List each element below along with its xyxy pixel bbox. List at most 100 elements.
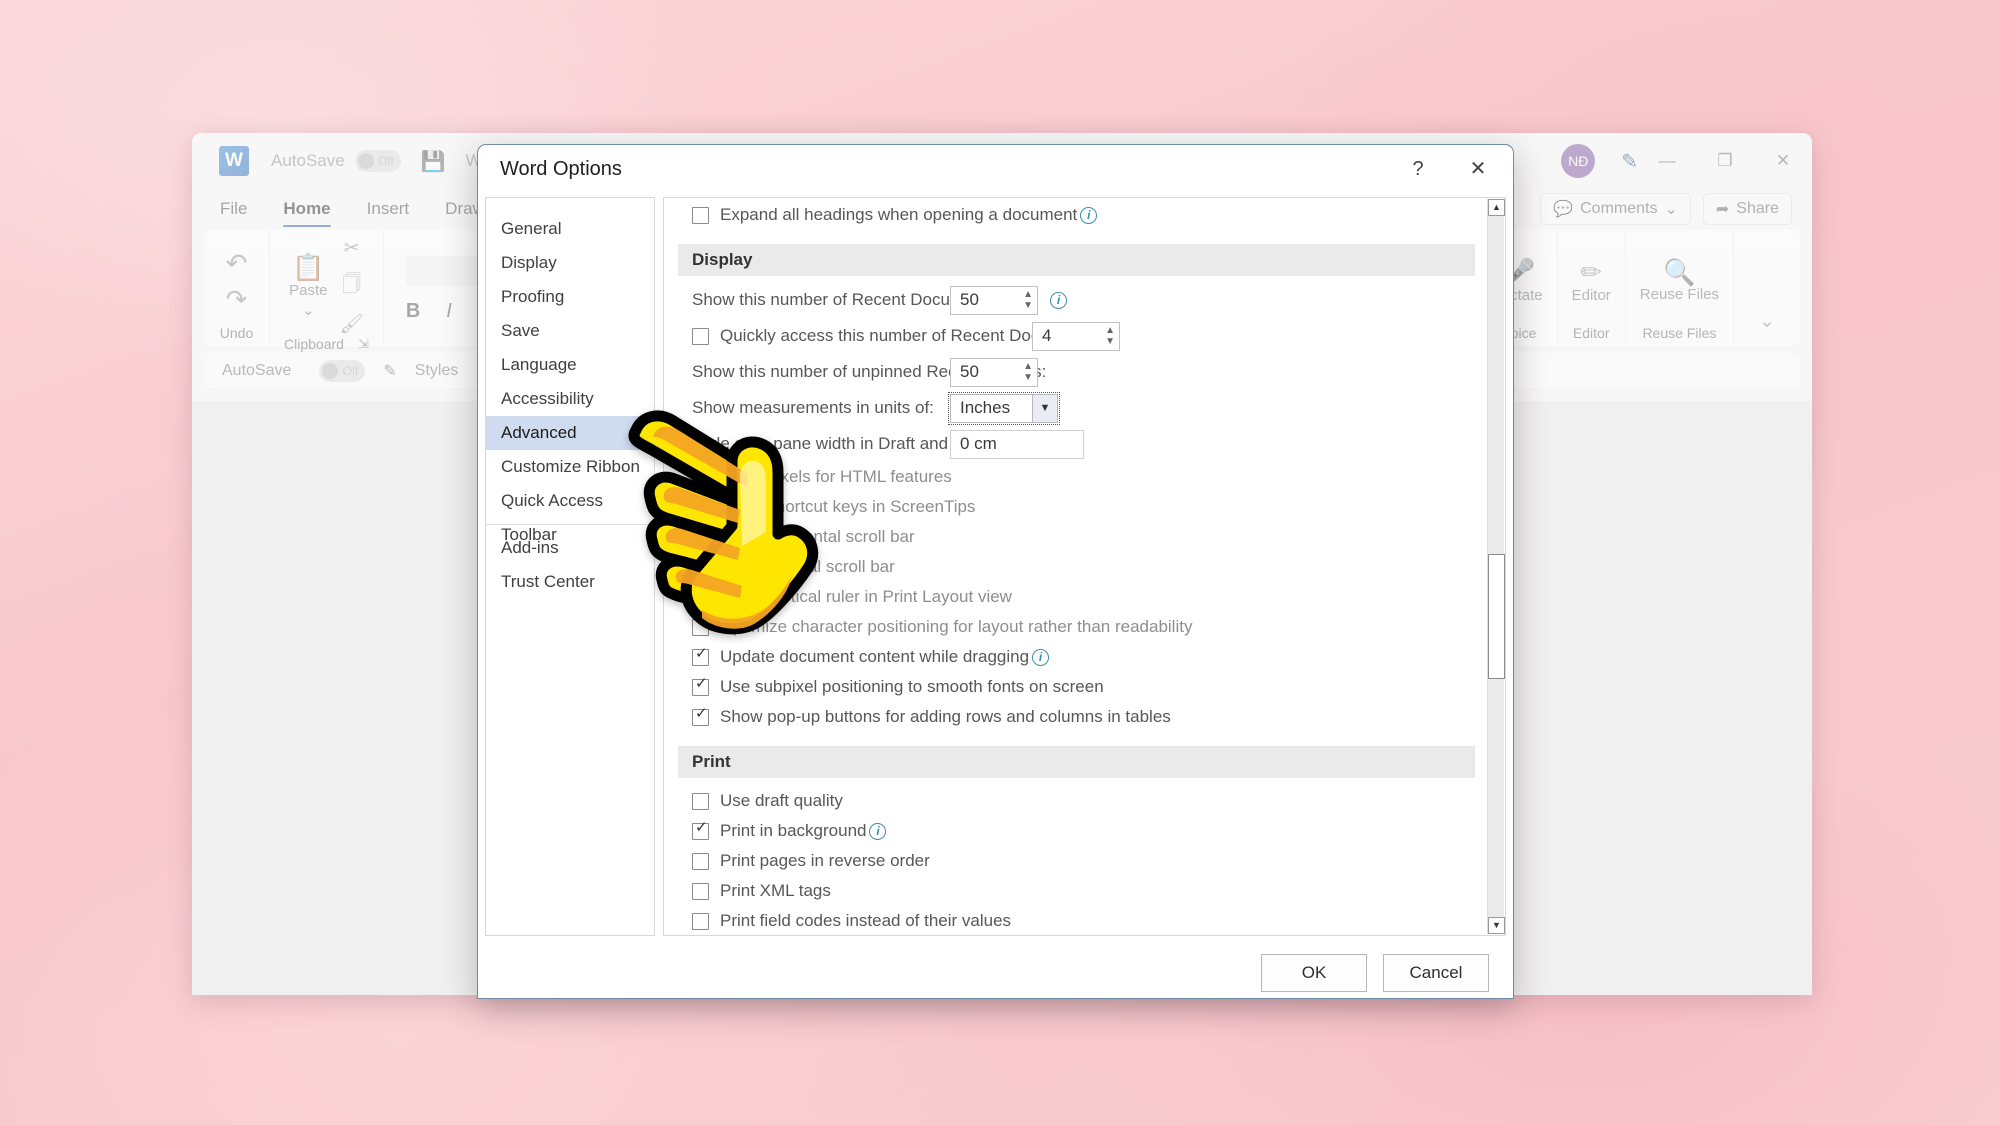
format-painter-icon[interactable]: 🖌 — [340, 312, 364, 336]
sidebar-item-proofing[interactable]: Proofing — [486, 280, 654, 314]
spinner-recent-documents[interactable]: 50 ▲ ▼ — [950, 285, 1038, 315]
redo-icon[interactable]: ↷ — [226, 286, 248, 312]
cancel-button[interactable]: Cancel — [1383, 954, 1489, 992]
checkbox-expand-all-headings[interactable] — [692, 206, 709, 224]
info-icon[interactable]: i — [869, 822, 887, 840]
checkbox-use-draft-quality[interactable] — [692, 792, 709, 810]
field-recent-documents[interactable]: Show this number of Recent Documents: 50… — [664, 282, 1487, 318]
spinner-arrows-icon[interactable]: ▲ ▼ — [1023, 289, 1033, 311]
checkbox-show-horizontal-scroll-bar[interactable] — [692, 528, 709, 546]
scrollbar-thumb[interactable] — [1488, 554, 1505, 679]
checkbox-print-field-codes[interactable] — [692, 912, 709, 930]
option-update-document-content-while-dragging[interactable]: Update document content while dragging i — [664, 642, 1487, 672]
spinner-arrows-icon[interactable]: ▲ ▼ — [1105, 325, 1115, 347]
option-show-pixels-html[interactable]: Show pixels for HTML features — [664, 462, 1487, 492]
clipboard-dialog-launcher-icon[interactable]: ⇲ — [358, 336, 369, 352]
checkbox-use-subpixel-positioning[interactable] — [692, 676, 709, 696]
spinner-quick-access-count[interactable]: 4 ▲ ▼ — [1032, 321, 1120, 351]
row2-autosave-toggle[interactable]: Off — [319, 360, 366, 382]
ok-button[interactable]: OK — [1261, 954, 1367, 992]
checkbox-print-xml-tags[interactable] — [692, 882, 709, 900]
close-icon[interactable]: ✕ — [1461, 155, 1495, 183]
dialog-title-bar: Word Options ? ✕ — [478, 145, 1513, 193]
sidebar-item-customize-ribbon[interactable]: Customize Ribbon — [486, 450, 654, 484]
autosave-toggle[interactable]: Off — [354, 150, 401, 172]
sidebar-item-display[interactable]: Display — [486, 246, 654, 280]
checkbox-update-document-content-while-dragging[interactable] — [692, 646, 709, 666]
bold-button[interactable]: B — [406, 300, 420, 323]
checkbox-show-shortcut-keys[interactable] — [692, 498, 709, 516]
share-button[interactable]: ➦ Share — [1702, 193, 1792, 225]
dropdown-measurement-units[interactable]: Inches ▼ — [948, 391, 1060, 425]
undo-icon[interactable]: ↶ — [226, 250, 248, 276]
styles-button[interactable]: Styles — [415, 362, 459, 380]
ribbon-group-label-reuse-files: Reuse Files — [1642, 325, 1717, 341]
option-show-vertical-ruler[interactable]: Show vertical ruler in Print Layout view — [664, 582, 1487, 612]
copy-icon[interactable]: 🗍 — [342, 270, 361, 302]
italic-button[interactable]: I — [446, 300, 452, 323]
field-style-area-pane-width[interactable]: Style area pane width in Draft and Outli… — [664, 426, 1487, 462]
field-unpinned-recent-folders[interactable]: Show this number of unpinned Recent Fold… — [664, 354, 1487, 390]
option-print-in-background[interactable]: Print in background i — [664, 816, 1487, 846]
sidebar-item-language[interactable]: Language — [486, 348, 654, 382]
pen-icon[interactable]: ✎ — [1621, 149, 1638, 174]
chevron-down-icon[interactable]: ▼ — [1032, 394, 1057, 422]
field-quick-access-recent-documents[interactable]: Quickly access this number of Recent Doc… — [664, 318, 1487, 354]
info-icon[interactable]: i — [1032, 648, 1050, 666]
checkbox-print-pages-reverse-order[interactable] — [692, 852, 709, 870]
option-print-xml-tags[interactable]: Print XML tags — [664, 876, 1487, 906]
tab-file[interactable]: File — [206, 194, 261, 224]
editor-button[interactable]: ✏ Editor — [1572, 259, 1611, 304]
info-icon[interactable]: i — [1080, 206, 1098, 224]
option-show-popup-buttons-tables[interactable]: Show pop-up buttons for adding rows and … — [664, 702, 1487, 732]
maximize-button[interactable]: ❐ — [1696, 151, 1754, 171]
scroll-down-icon[interactable]: ▼ — [1488, 917, 1505, 934]
sidebar-item-advanced[interactable]: Advanced — [486, 416, 654, 450]
save-icon[interactable]: 💾 — [421, 149, 446, 174]
info-icon[interactable]: i — [1050, 291, 1067, 309]
checkbox-print-in-background[interactable] — [692, 820, 709, 840]
paste-button[interactable]: 📋 Paste ⌄ — [289, 254, 327, 319]
option-show-horizontal-scroll-bar[interactable]: Show horizontal scroll bar — [664, 522, 1487, 552]
comments-button[interactable]: 💬 Comments ⌄ — [1540, 193, 1691, 225]
avatar[interactable]: NĐ — [1561, 144, 1596, 178]
sidebar-item-add-ins[interactable]: Add-ins — [486, 531, 654, 565]
option-label: Expand all headings when opening a docum… — [720, 205, 1078, 224]
sidebar-item-trust-center[interactable]: Trust Center — [486, 565, 654, 599]
sidebar-item-quick-access-toolbar[interactable]: Quick Access Toolbar — [486, 484, 654, 544]
checkbox-show-vertical-scroll-bar[interactable] — [692, 558, 709, 576]
minimize-button[interactable]: — — [1638, 151, 1696, 171]
cut-icon[interactable]: ✂ — [344, 237, 360, 260]
option-label: Show vertical ruler in Print Layout view — [720, 587, 1012, 606]
sidebar-item-accessibility[interactable]: Accessibility — [486, 382, 654, 416]
field-measurement-units[interactable]: Show measurements in units of: Inches ▼ — [664, 390, 1487, 426]
checkbox-quickly-access-recent-documents[interactable] — [692, 327, 709, 345]
row2-autosave-state: Off — [342, 364, 359, 378]
tab-insert[interactable]: Insert — [353, 194, 424, 224]
option-use-subpixel-positioning[interactable]: Use subpixel positioning to smooth fonts… — [664, 672, 1487, 702]
option-show-shortcut-keys[interactable]: Show shortcut keys in ScreenTips — [664, 492, 1487, 522]
ribbon-collapse-chevron-icon[interactable]: ⌄ — [1759, 310, 1775, 333]
sidebar-item-general[interactable]: General — [486, 212, 654, 246]
spinner-value: 50 — [960, 362, 979, 381]
reuse-files-button[interactable]: 🔍 Reuse Files — [1640, 259, 1719, 304]
checkbox-show-popup-buttons-tables[interactable] — [692, 706, 709, 726]
spinner-unpinned-recent-folders[interactable]: 50 ▲ ▼ — [950, 357, 1038, 387]
close-button[interactable]: ✕ — [1754, 151, 1812, 171]
checkbox-optimize-character-positioning[interactable] — [692, 618, 709, 636]
sidebar-item-save[interactable]: Save — [486, 314, 654, 348]
help-icon[interactable]: ? — [1401, 155, 1435, 183]
input-style-area-pane-width[interactable]: 0 cm — [950, 429, 1084, 459]
option-optimize-character-positioning[interactable]: Optimize character positioning for layou… — [664, 612, 1487, 642]
checkbox-show-pixels-html[interactable] — [692, 466, 709, 486]
option-print-field-codes[interactable]: Print field codes instead of their value… — [664, 906, 1487, 935]
spinner-arrows-icon[interactable]: ▲ ▼ — [1023, 361, 1033, 383]
vertical-scrollbar[interactable]: ▲ ▼ — [1487, 199, 1505, 934]
option-show-vertical-scroll-bar[interactable]: Show vertical scroll bar — [664, 552, 1487, 582]
option-use-draft-quality[interactable]: Use draft quality — [664, 786, 1487, 816]
option-print-pages-reverse-order[interactable]: Print pages in reverse order — [664, 846, 1487, 876]
option-expand-all-headings[interactable]: Expand all headings when opening a docum… — [664, 200, 1487, 230]
checkbox-show-vertical-ruler[interactable] — [692, 588, 709, 606]
scroll-up-icon[interactable]: ▲ — [1488, 199, 1505, 216]
tab-home[interactable]: Home — [269, 194, 344, 227]
